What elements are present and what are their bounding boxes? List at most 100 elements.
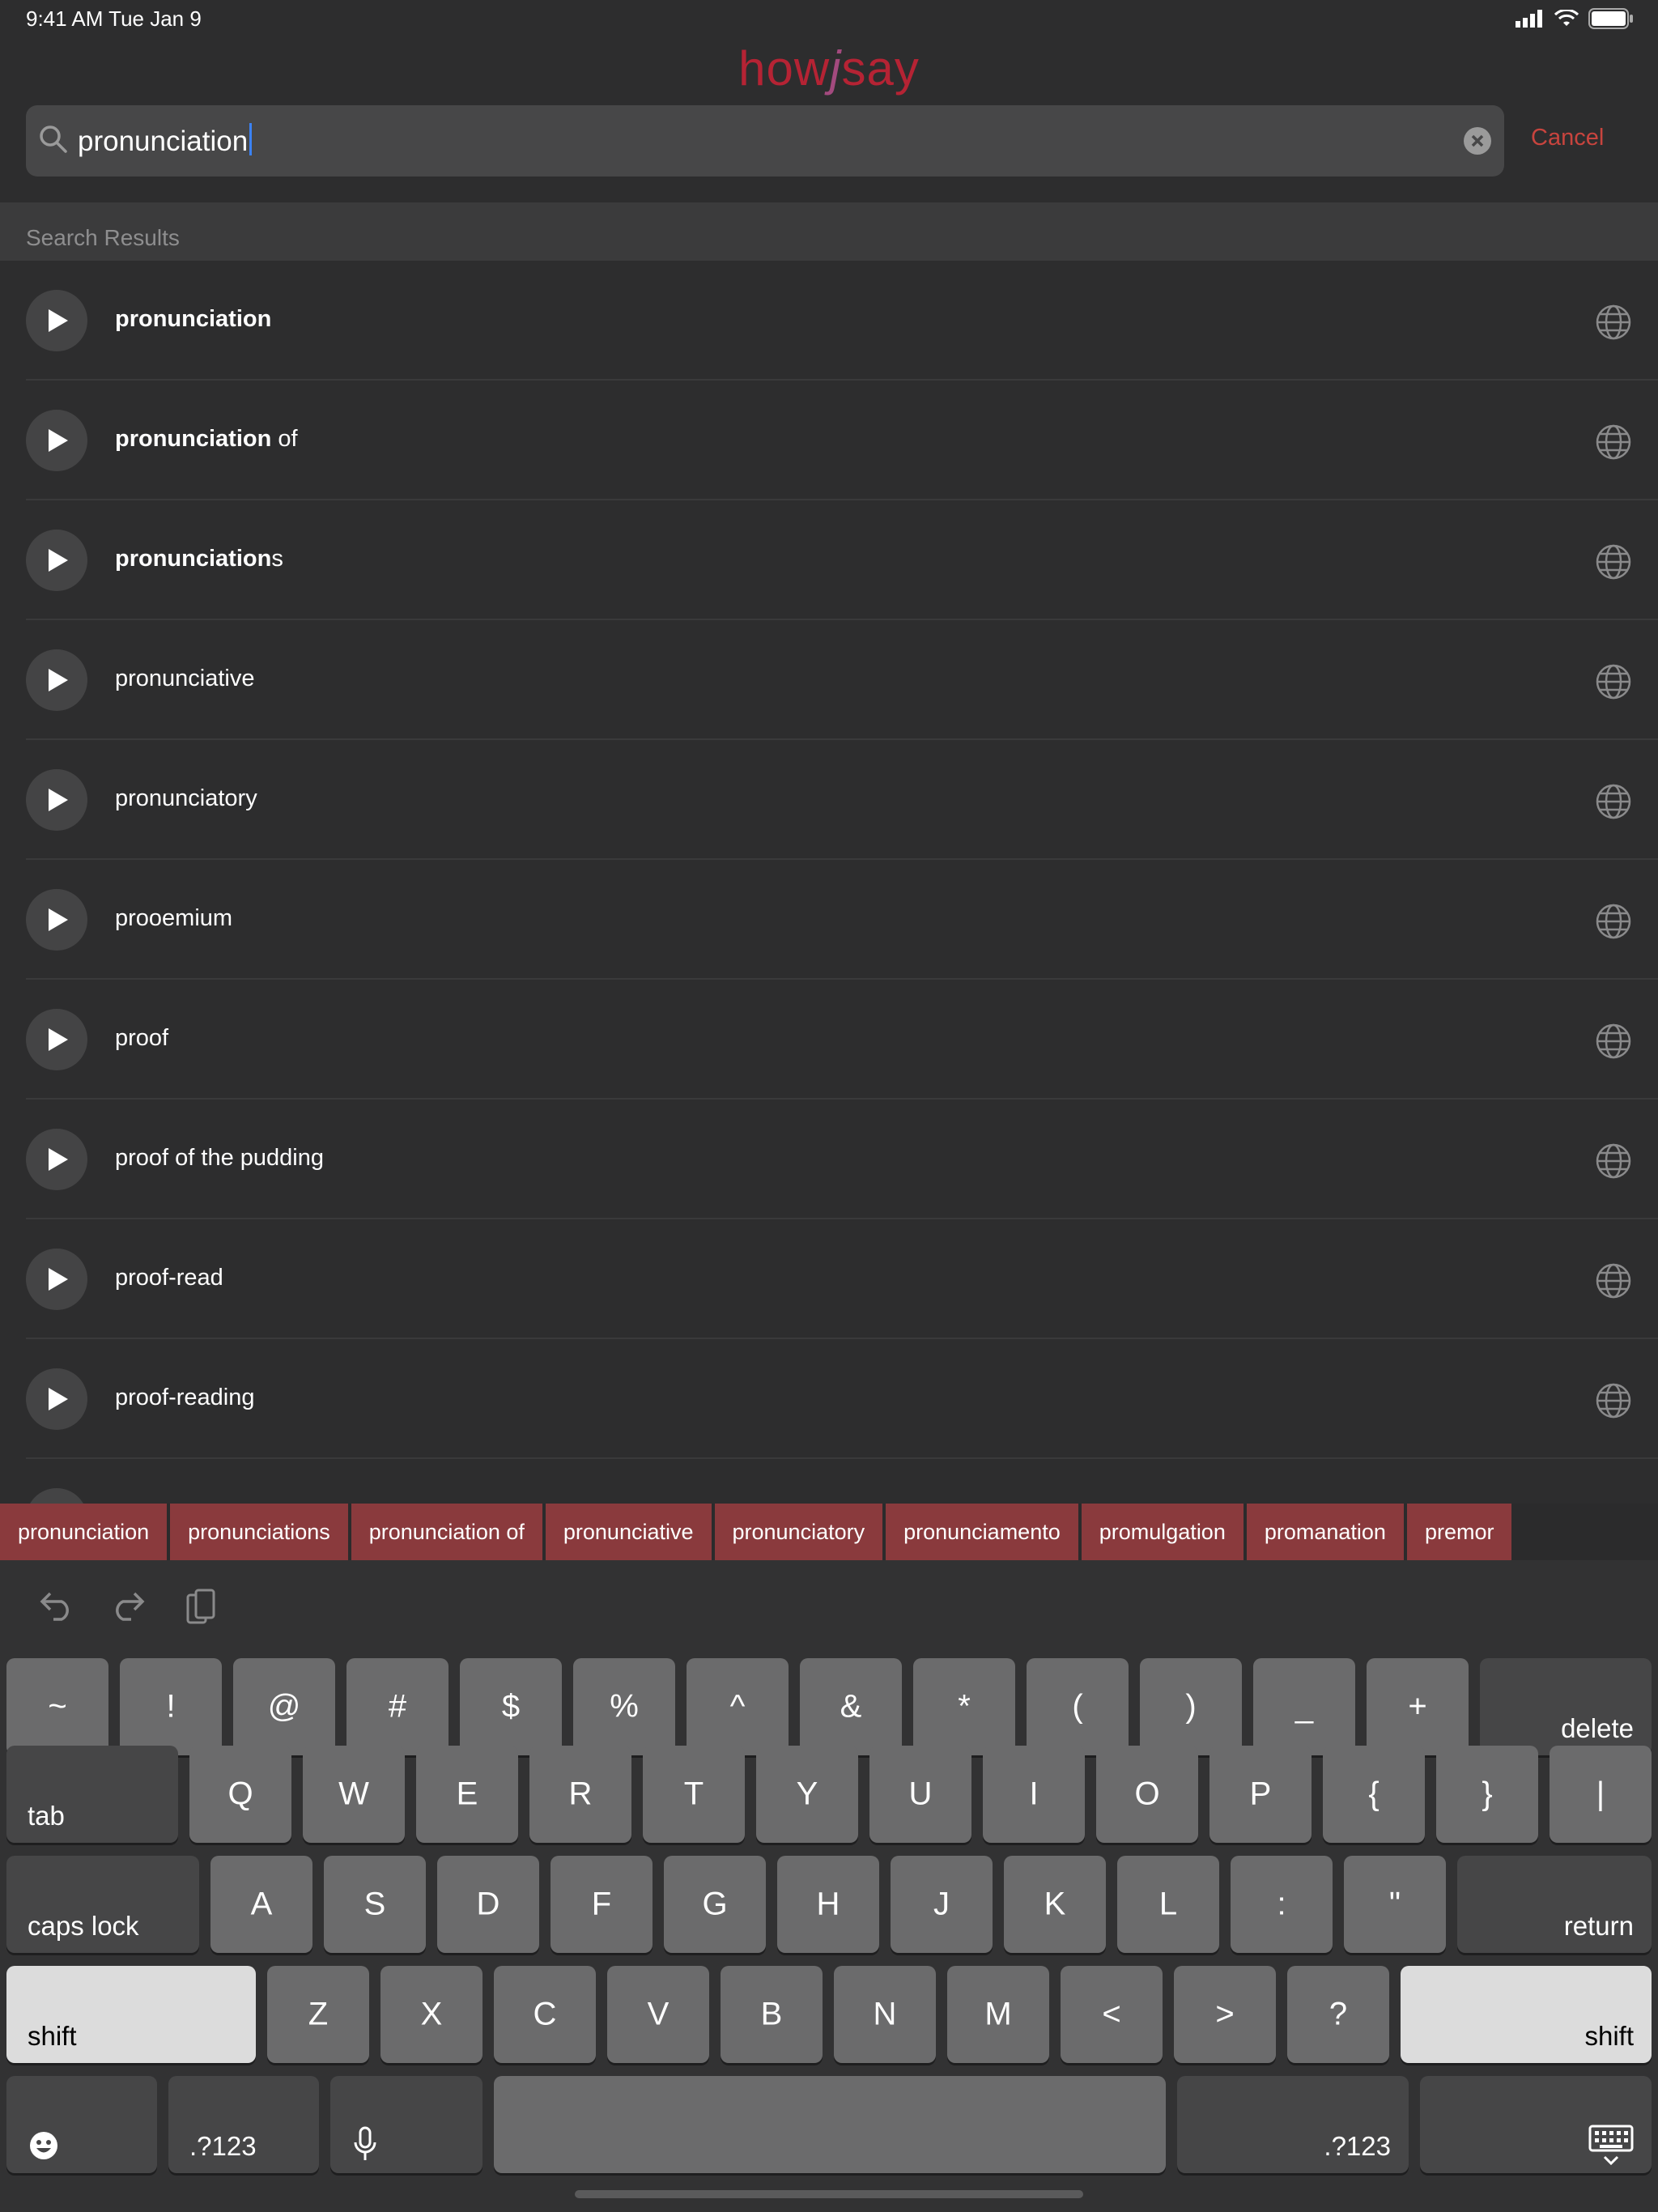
key[interactable]: : <box>1231 1856 1333 1953</box>
caps-lock-key[interactable]: caps lock <box>6 1856 199 1953</box>
key[interactable]: $ <box>460 1658 562 1755</box>
key[interactable]: A <box>210 1856 312 1953</box>
key[interactable]: | <box>1550 1746 1652 1843</box>
globe-icon[interactable] <box>1595 423 1632 465</box>
result-word[interactable]: pronunciative <box>115 666 255 692</box>
key[interactable]: U <box>869 1746 971 1843</box>
key[interactable]: @ <box>233 1658 335 1755</box>
key[interactable]: M <box>947 1966 1049 2063</box>
result-word[interactable]: pronunciations <box>115 546 283 572</box>
key[interactable]: > <box>1174 1966 1276 2063</box>
globe-icon[interactable] <box>1595 304 1632 345</box>
key[interactable]: + <box>1367 1658 1469 1755</box>
key[interactable]: ) <box>1140 1658 1242 1755</box>
globe-icon[interactable] <box>1595 1262 1632 1304</box>
undo-icon[interactable] <box>39 1589 74 1625</box>
result-row[interactable]: proof <box>0 980 1658 1100</box>
key[interactable]: J <box>891 1856 993 1953</box>
globe-icon[interactable] <box>1595 1142 1632 1184</box>
key[interactable]: ~ <box>6 1658 108 1755</box>
hide-keyboard-key[interactable] <box>1420 2076 1652 2173</box>
globe-icon[interactable] <box>1595 1023 1632 1064</box>
key[interactable]: N <box>834 1966 936 2063</box>
result-word[interactable]: proof of the pudding <box>115 1145 324 1172</box>
play-button[interactable] <box>26 1488 87 1504</box>
redo-icon[interactable] <box>110 1589 146 1625</box>
cancel-button[interactable]: Cancel <box>1531 125 1604 151</box>
delete-key[interactable]: delete <box>1480 1658 1652 1755</box>
globe-icon[interactable] <box>1595 903 1632 944</box>
key[interactable]: ^ <box>687 1658 789 1755</box>
key[interactable]: E <box>416 1746 518 1843</box>
result-word[interactable]: pronunciatory <box>115 785 257 812</box>
key[interactable]: B <box>721 1966 823 2063</box>
numbers-key-right[interactable]: .?123 <box>1177 2076 1409 2173</box>
results-list[interactable]: pronunciation pronunciation of pronunciati… <box>0 261 1658 1504</box>
result-row[interactable]: proof of the pudding <box>0 1100 1658 1219</box>
key[interactable]: G <box>664 1856 766 1953</box>
play-button[interactable] <box>26 410 87 471</box>
key[interactable]: # <box>346 1658 449 1755</box>
return-key[interactable]: return <box>1457 1856 1652 1953</box>
suggestion-chip[interactable]: pronunciation of <box>351 1504 542 1560</box>
key[interactable]: K <box>1004 1856 1106 1953</box>
key[interactable]: S <box>324 1856 426 1953</box>
key[interactable]: " <box>1344 1856 1446 1953</box>
result-word[interactable]: proof-reading <box>115 1385 255 1411</box>
key[interactable]: { <box>1323 1746 1425 1843</box>
key[interactable]: < <box>1061 1966 1163 2063</box>
key[interactable]: Z <box>267 1966 369 2063</box>
key[interactable]: X <box>380 1966 483 2063</box>
key[interactable]: L <box>1117 1856 1219 1953</box>
play-button[interactable] <box>26 769 87 831</box>
result-row[interactable]: pronunciations <box>0 500 1658 620</box>
tab-key[interactable]: tab <box>6 1746 178 1843</box>
dictation-key[interactable] <box>330 2076 483 2173</box>
globe-icon[interactable] <box>1595 1382 1632 1423</box>
result-row[interactable]: pronunciative <box>0 620 1658 740</box>
key[interactable]: O <box>1096 1746 1198 1843</box>
play-button[interactable] <box>26 1129 87 1190</box>
suggestion-chip[interactable]: pronunciatory <box>714 1504 883 1560</box>
result-row[interactable]: pronunciation <box>0 261 1658 381</box>
key[interactable]: H <box>777 1856 879 1953</box>
search-input[interactable]: pronunciation <box>78 123 253 158</box>
result-row[interactable] <box>0 1459 1658 1504</box>
play-button[interactable] <box>26 1368 87 1430</box>
clear-icon[interactable] <box>1464 127 1491 155</box>
result-row[interactable]: prooemium <box>0 860 1658 980</box>
key[interactable]: Y <box>756 1746 858 1843</box>
search-field[interactable]: pronunciation <box>26 105 1504 177</box>
result-word[interactable]: proof <box>115 1025 168 1052</box>
globe-icon[interactable] <box>1595 543 1632 585</box>
space-key[interactable] <box>494 2076 1166 2173</box>
result-row[interactable]: proof-reading <box>0 1339 1658 1459</box>
key[interactable]: % <box>573 1658 675 1755</box>
play-button[interactable] <box>26 649 87 711</box>
shift-key-left[interactable]: shift <box>6 1966 256 2063</box>
play-button[interactable] <box>26 1249 87 1310</box>
globe-icon[interactable] <box>1595 663 1632 704</box>
key[interactable]: V <box>607 1966 709 2063</box>
result-word[interactable]: pronunciation of <box>115 426 298 453</box>
result-word[interactable]: prooemium <box>115 905 232 932</box>
key[interactable]: C <box>494 1966 596 2063</box>
key[interactable]: & <box>800 1658 902 1755</box>
result-word[interactable]: proof-read <box>115 1265 223 1291</box>
key[interactable]: _ <box>1253 1658 1355 1755</box>
key[interactable]: R <box>529 1746 631 1843</box>
key[interactable]: ? <box>1287 1966 1389 2063</box>
key[interactable]: P <box>1209 1746 1312 1843</box>
key[interactable]: F <box>551 1856 653 1953</box>
key[interactable]: } <box>1436 1746 1538 1843</box>
play-button[interactable] <box>26 530 87 591</box>
key[interactable]: D <box>437 1856 539 1953</box>
key[interactable]: W <box>303 1746 405 1843</box>
emoji-key[interactable] <box>6 2076 157 2173</box>
suggestion-chip[interactable]: premor <box>1406 1504 1512 1560</box>
play-button[interactable] <box>26 889 87 951</box>
play-button[interactable] <box>26 290 87 351</box>
key[interactable]: ( <box>1027 1658 1129 1755</box>
shift-key-right[interactable]: shift <box>1401 1966 1652 2063</box>
suggestion-chip[interactable]: promanation <box>1246 1504 1404 1560</box>
